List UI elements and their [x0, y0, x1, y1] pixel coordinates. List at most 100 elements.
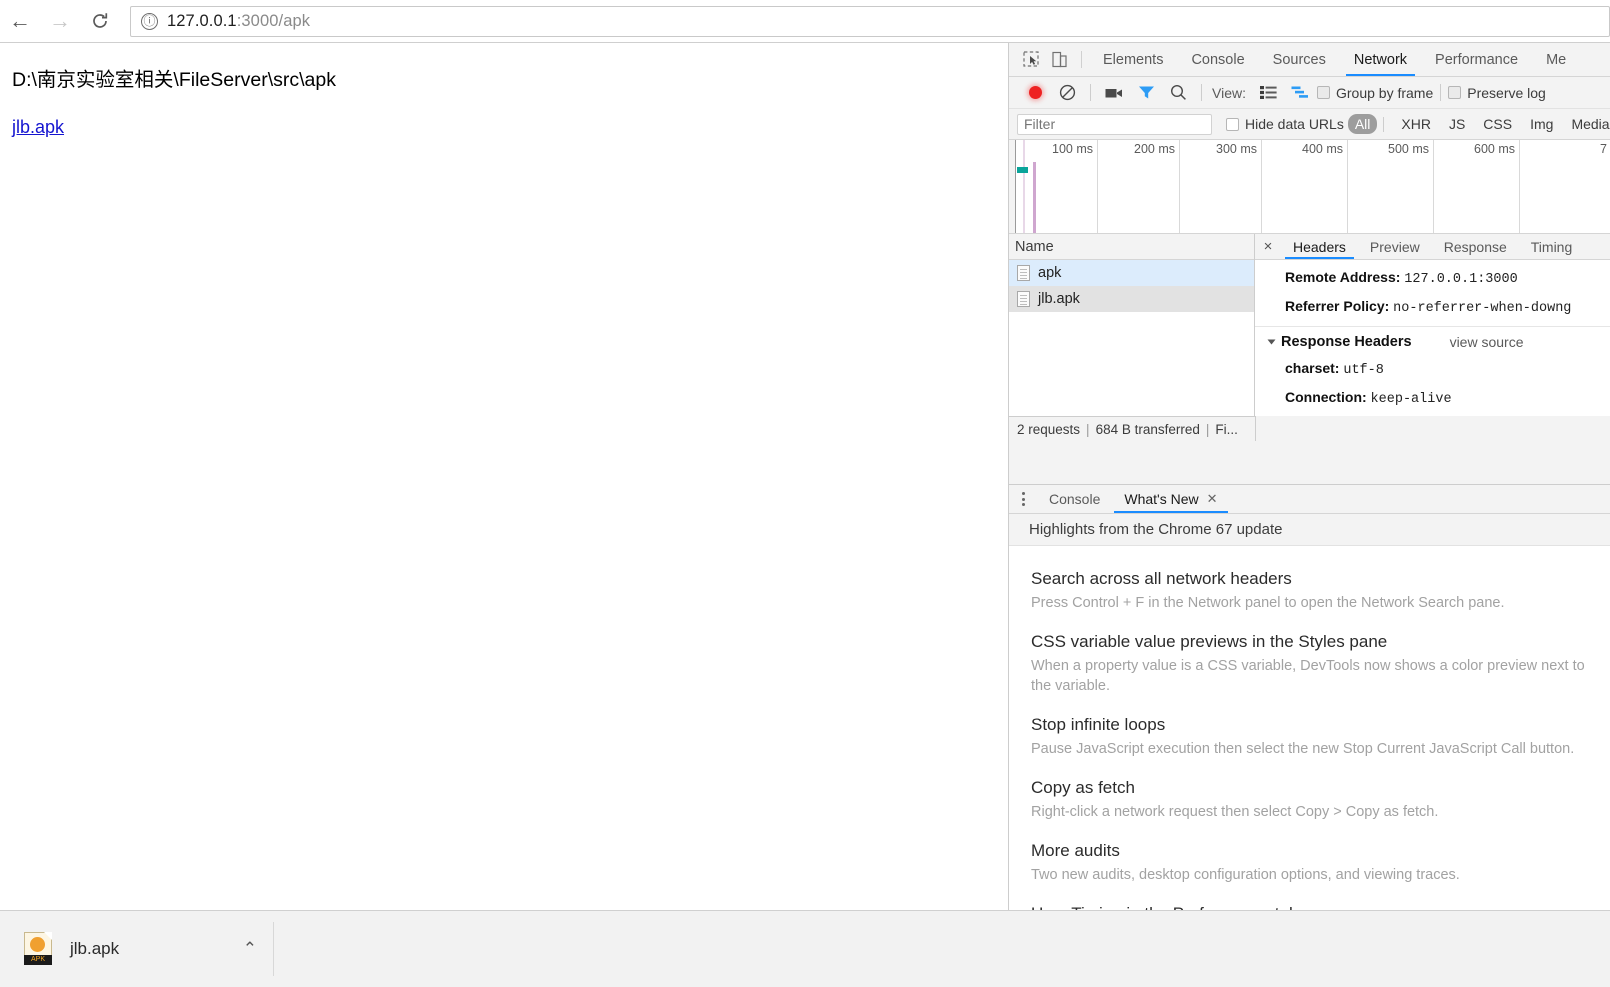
tab-network[interactable]: Network [1340, 43, 1421, 76]
page-info-icon[interactable]: ⓘ [141, 12, 158, 30]
item-title: User Timing in the Performance tabs [1031, 903, 1610, 910]
column-header-name[interactable]: Name [1009, 234, 1254, 260]
tick-label-600ms: 600 ms [1474, 142, 1515, 156]
inspect-element-button[interactable] [1017, 43, 1045, 76]
header-key: Connection: [1285, 389, 1367, 405]
chevron-up-icon[interactable]: ⌃ [243, 939, 257, 959]
url-text: 127.0.0.1:3000/apk [167, 12, 310, 31]
header-key: Remote Address: [1285, 269, 1401, 285]
browser-toolbar: ← → ⓘ 127.0.0.1:3000/apk [0, 0, 1610, 43]
address-bar[interactable]: ⓘ 127.0.0.1:3000/apk [130, 5, 1610, 37]
tab-elements[interactable]: Elements [1089, 43, 1177, 76]
timeline-tick: 200 ms [1098, 140, 1180, 233]
tab-console[interactable]: Console [1177, 43, 1258, 76]
item-description: Two new audits, desktop configuration op… [1031, 867, 1460, 883]
inspect-cursor-icon [1022, 51, 1039, 67]
item-description: When a property value is a CSS variable,… [1031, 658, 1585, 694]
overview-gutter [1009, 140, 1016, 233]
section-title: Response Headers [1281, 334, 1412, 350]
dom-content-loaded-marker [1023, 140, 1025, 233]
headers-scroll-area[interactable]: Remote Address: 127.0.0.1:3000 Referrer … [1255, 260, 1610, 416]
url-path: :3000/apk [236, 11, 311, 30]
download-item[interactable]: APK jlb.apk ⌃ [12, 922, 274, 976]
summary-finish: Fi... [1215, 421, 1238, 437]
group-by-frame-checkbox[interactable] [1316, 86, 1330, 99]
list-item[interactable]: Search across all network headers Press … [1031, 568, 1610, 613]
record-button[interactable] [1019, 80, 1051, 106]
filter-input[interactable] [1017, 113, 1212, 135]
download-shelf: APK jlb.apk ⌃ [0, 910, 1610, 987]
capture-screenshots-button[interactable] [1098, 80, 1130, 106]
drawer-more-options-button[interactable] [1009, 485, 1037, 513]
resource-type-img[interactable]: Img [1523, 114, 1560, 134]
request-details-pane: × Headers Preview Response Timing Remote… [1255, 234, 1610, 416]
item-description: Pause JavaScript execution then select t… [1031, 741, 1575, 757]
tab-sources[interactable]: Sources [1259, 43, 1340, 76]
tick-label-700ms: 7 [1600, 142, 1607, 156]
list-item[interactable]: Stop infinite loops Pause JavaScript exe… [1031, 714, 1610, 759]
chevron-down-icon [1267, 339, 1276, 345]
clear-button[interactable] [1051, 80, 1083, 106]
reload-icon [90, 11, 110, 31]
close-icon[interactable]: ✕ [1207, 491, 1218, 507]
toggle-device-toolbar-button[interactable] [1045, 43, 1073, 76]
tick-label-400ms: 400 ms [1302, 142, 1343, 156]
view-list-button[interactable] [1253, 80, 1285, 106]
devtools-drawer: Console What's New ✕ Highlights from the… [1009, 484, 1610, 910]
reload-button[interactable] [80, 1, 120, 41]
kebab-dot-icon [1021, 497, 1025, 501]
kebab-dot-icon [1021, 503, 1025, 506]
hide-data-urls-label: Hide data URLs [1245, 116, 1344, 132]
timeline-tick: 100 ms [1016, 140, 1098, 233]
tick-label-500ms: 500 ms [1388, 142, 1429, 156]
header-row-referrer-policy: Referrer Policy: no-referrer-when-downg [1255, 293, 1610, 322]
list-item[interactable]: More audits Two new audits, desktop conf… [1031, 840, 1610, 885]
back-button[interactable]: ← [0, 1, 40, 41]
apk-file-icon: APK [22, 932, 56, 966]
view-waterfall-button[interactable] [1285, 80, 1317, 106]
filter-toggle-button[interactable] [1130, 80, 1162, 106]
load-event-marker [1033, 162, 1036, 233]
item-title: Copy as fetch [1031, 778, 1135, 797]
hide-data-urls-checkbox[interactable] [1226, 117, 1239, 131]
list-view-icon [1260, 86, 1278, 99]
preserve-log-checkbox[interactable] [1448, 86, 1462, 99]
tab-performance[interactable]: Performance [1421, 43, 1532, 76]
request-row-apk[interactable]: apk [1009, 260, 1254, 286]
resource-type-xhr[interactable]: XHR [1394, 114, 1438, 134]
tab-headers[interactable]: Headers [1281, 234, 1358, 259]
request-name: apk [1038, 265, 1062, 281]
tab-preview[interactable]: Preview [1358, 234, 1432, 259]
header-row-content-type: Content-Type: text/plain [1255, 413, 1610, 416]
whats-new-subheader: Highlights from the Chrome 67 update [1009, 514, 1610, 546]
resource-type-css[interactable]: CSS [1476, 114, 1519, 134]
resource-type-js[interactable]: JS [1442, 114, 1472, 134]
kebab-dot-icon [1021, 492, 1025, 495]
list-item[interactable]: Copy as fetch Right-click a network requ… [1031, 777, 1610, 822]
forward-arrow-icon: → [49, 8, 71, 33]
search-button[interactable] [1162, 80, 1194, 106]
filter-funnel-icon [1138, 86, 1154, 99]
network-overview-timeline[interactable]: 100 ms 200 ms 300 ms 400 ms 500 ms 600 m… [1009, 140, 1610, 234]
whats-new-list: Search across all network headers Press … [1009, 546, 1610, 910]
drawer-tab-whats-new[interactable]: What's New ✕ [1112, 485, 1229, 513]
tab-response[interactable]: Response [1432, 234, 1519, 259]
clear-icon [1059, 84, 1075, 101]
drawer-tab-console[interactable]: Console [1037, 485, 1112, 513]
tab-memory[interactable]: Me [1532, 43, 1580, 76]
download-filename: jlb.apk [70, 939, 120, 958]
resource-type-media[interactable]: Media [1564, 114, 1610, 134]
resource-type-all[interactable]: All [1347, 114, 1378, 134]
request-row-jlb-apk[interactable]: jlb.apk [1009, 286, 1254, 312]
file-link-jlb-apk[interactable]: jlb.apk [12, 117, 64, 138]
directory-path-text: D:\南京实验室相关\FileServer\src\apk [12, 69, 336, 91]
view-label: View: [1212, 84, 1246, 101]
response-headers-section[interactable]: Response Headers view source [1255, 326, 1610, 355]
header-value: 127.0.0.1:3000 [1404, 272, 1518, 287]
forward-button[interactable]: → [40, 1, 80, 41]
close-details-button[interactable]: × [1255, 234, 1281, 259]
tab-timing[interactable]: Timing [1519, 234, 1585, 259]
view-source-link[interactable]: view source [1450, 334, 1524, 350]
list-item[interactable]: CSS variable value previews in the Style… [1031, 631, 1610, 696]
list-item[interactable]: User Timing in the Performance tabs Clic… [1031, 903, 1610, 910]
